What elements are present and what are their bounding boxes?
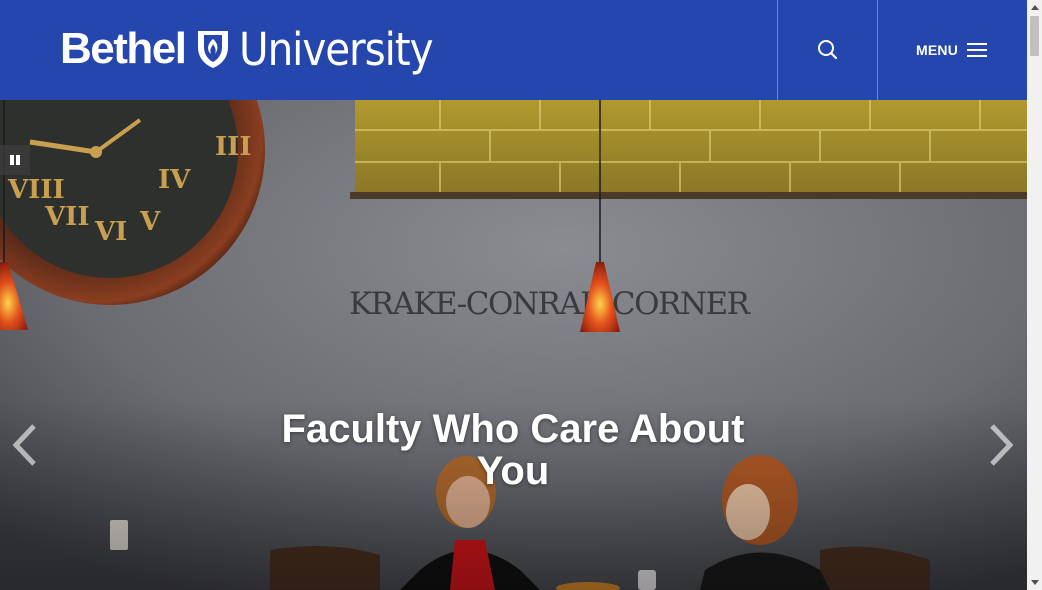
scroll-up-button[interactable] <box>1027 0 1042 15</box>
scroll-up-arrow-icon <box>1030 5 1039 10</box>
hero-carousel: IV V VI VII VIII III KRAKE-CONRAD CORNER <box>0 100 1027 590</box>
carousel-next-button[interactable] <box>986 420 1016 470</box>
menu-button[interactable]: MENU <box>877 0 1027 100</box>
page: Bethel University MENU IV V VI VII VIII … <box>0 0 1027 590</box>
svg-text:VII: VII <box>44 202 90 232</box>
svg-text:IV: IV <box>158 165 191 195</box>
carousel-prev-button[interactable] <box>10 420 40 470</box>
hamburger-icon <box>967 43 988 57</box>
scroll-down-button[interactable] <box>1027 575 1042 590</box>
menu-label: MENU <box>915 42 959 58</box>
site-header: Bethel University MENU <box>0 0 1027 100</box>
svg-text:III: III <box>215 132 252 162</box>
search-button[interactable] <box>777 0 878 100</box>
bethel-university-logo[interactable]: Bethel University <box>60 20 454 78</box>
hero-photo: IV V VI VII VIII III KRAKE-CONRAD CORNER <box>0 100 1027 590</box>
search-icon <box>817 40 837 60</box>
pause-icon <box>10 155 20 165</box>
svg-text:VI: VI <box>94 217 127 247</box>
scroll-down-arrow-icon <box>1030 580 1039 585</box>
logo-word-bethel: Bethel <box>60 24 187 73</box>
chevron-right-icon <box>990 424 1014 466</box>
chevron-left-icon <box>12 424 36 466</box>
shield-flame-icon <box>198 31 229 68</box>
wall-sign-text: KRAKE-CONRAD CORNER <box>349 286 752 322</box>
svg-text:VIII: VIII <box>7 175 65 205</box>
pause-button[interactable] <box>0 145 30 175</box>
svg-text:V: V <box>139 207 161 237</box>
scrollbar-thumb[interactable] <box>1030 16 1039 56</box>
hero-title: Faculty Who Care About You <box>281 407 745 493</box>
logo-word-university: University <box>239 22 434 76</box>
vertical-scrollbar[interactable] <box>1027 0 1042 590</box>
